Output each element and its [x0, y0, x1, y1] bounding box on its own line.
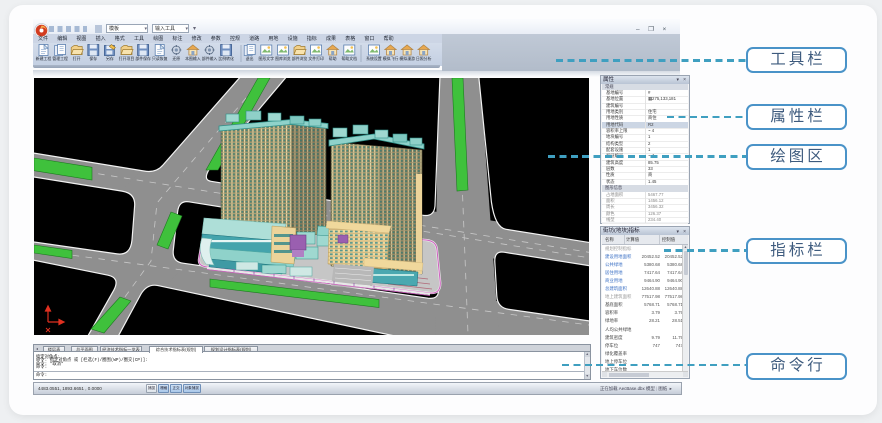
svg-text:部件输入: 部件输入	[202, 56, 218, 61]
svg-text:模拟飞行: 模拟飞行	[383, 56, 399, 61]
svg-text:管理工程: 管理工程	[52, 56, 68, 61]
svg-text:退出: 退出	[246, 56, 254, 61]
svg-text:比例转化: 比例转化	[218, 56, 234, 61]
svg-text:文件打印: 文件打印	[308, 56, 324, 61]
svg-text:只读恢复: 只读恢复	[152, 56, 168, 61]
svg-text:部件保存: 部件保存	[135, 56, 151, 61]
svg-text:模拟漫游: 模拟漫游	[399, 56, 415, 61]
svg-text:日照分析: 日照分析	[416, 56, 432, 61]
svg-text:另存: 另存	[106, 56, 114, 61]
svg-text:图形文字: 图形文字	[259, 56, 275, 61]
svg-text:帮助文档: 帮助文档	[342, 56, 358, 61]
svg-text:还原: 还原	[172, 56, 180, 61]
svg-text:保存: 保存	[89, 56, 97, 61]
svg-text:打开: 打开	[73, 56, 81, 61]
svg-text:打开项目: 打开项目	[119, 56, 135, 61]
svg-text:本图输入: 本图输入	[185, 56, 201, 61]
svg-text:新建工程: 新建工程	[36, 56, 52, 61]
svg-text:图库浏览: 图库浏览	[275, 56, 291, 61]
svg-text:系统设置: 系统设置	[366, 56, 382, 61]
svg-text:帮助: 帮助	[329, 56, 337, 61]
svg-text:部件浏览: 部件浏览	[292, 56, 308, 61]
